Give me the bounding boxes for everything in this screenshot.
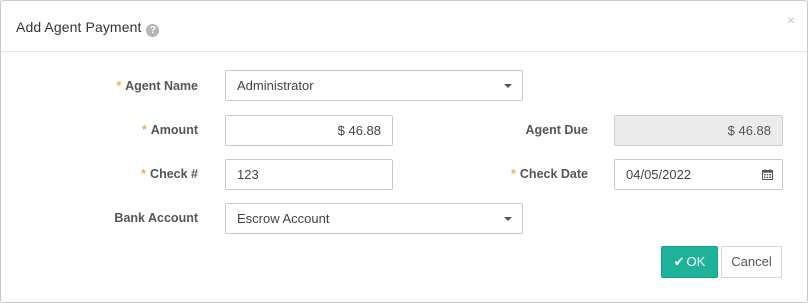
agent-due-label: Agent Due: [525, 123, 589, 137]
required-marker: *: [511, 167, 516, 181]
amount-label: * Amount: [141, 123, 198, 137]
add-agent-payment-dialog: Add Agent Payment? × * Agent Name Adminis…: [0, 0, 808, 303]
amount-input[interactable]: $ 46.88: [225, 115, 393, 146]
check-number-value: 123: [237, 167, 259, 182]
dialog-title: Add Agent Payment?: [16, 19, 160, 37]
caret-down-icon: [504, 217, 512, 221]
ok-label: OK: [686, 254, 706, 269]
ok-button[interactable]: ✔ OK: [661, 246, 718, 278]
caret-down-icon: [504, 84, 512, 88]
check-number-label: * Check #: [141, 167, 198, 181]
check-number-input[interactable]: 123: [225, 159, 393, 190]
required-marker: *: [141, 123, 147, 137]
dialog-header: Add Agent Payment? ×: [1, 1, 807, 52]
bank-account-label: Bank Account: [114, 211, 198, 225]
check-date-value: 04/05/2022: [626, 167, 692, 182]
close-button[interactable]: ×: [787, 13, 795, 27]
question-circle-icon[interactable]: ?: [146, 24, 160, 37]
agent-name-select[interactable]: Administrator: [225, 70, 523, 101]
bank-account-value: Escrow Account: [237, 211, 330, 226]
check-date-input[interactable]: 04/05/2022: [614, 159, 783, 190]
check-date-label: * Check Date: [511, 167, 588, 181]
dialog-title-text: Add Agent Payment: [16, 19, 142, 35]
calendar-icon[interactable]: [762, 169, 773, 180]
required-marker: *: [141, 167, 147, 181]
bank-account-select[interactable]: Escrow Account: [225, 203, 523, 234]
check-icon: ✔: [673, 254, 685, 269]
agent-due-value: $ 46.88: [727, 123, 771, 138]
agent-due-input: $ 46.88: [614, 115, 783, 146]
cancel-button[interactable]: Cancel: [721, 246, 782, 278]
amount-value: $ 46.88: [337, 123, 381, 138]
cancel-label: Cancel: [731, 254, 772, 269]
agent-name-label: * Agent Name: [116, 79, 198, 93]
required-marker: *: [116, 79, 122, 93]
agent-name-value: Administrator: [237, 78, 314, 93]
